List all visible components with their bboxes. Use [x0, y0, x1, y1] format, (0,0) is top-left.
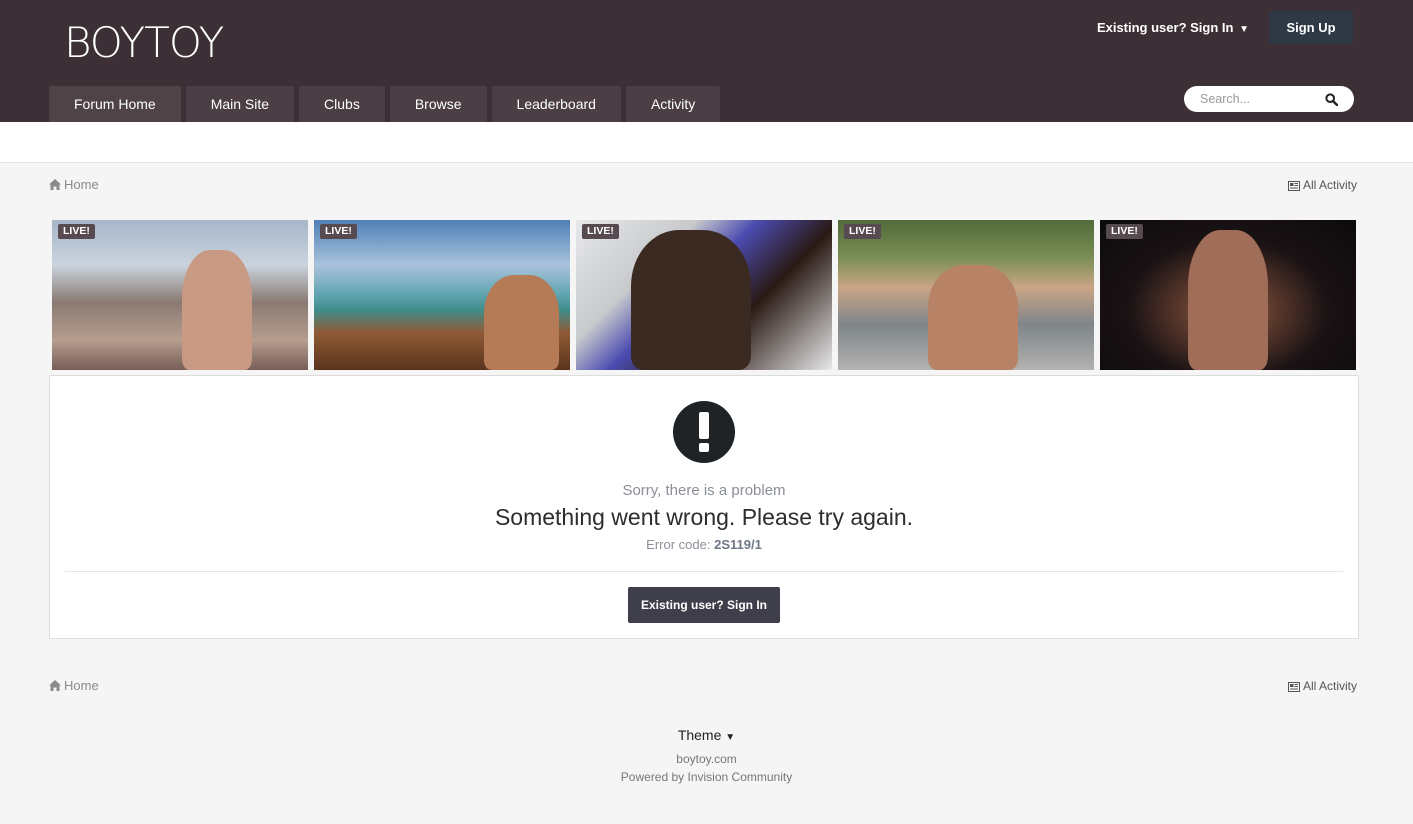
nav-item-browse[interactable]: Browse: [389, 86, 487, 122]
divider: [65, 571, 1343, 572]
live-badge: LIVE!: [582, 224, 619, 239]
nav-item-clubs[interactable]: Clubs: [299, 86, 385, 122]
theme-label: Theme: [677, 727, 722, 743]
site-header: BOYTOY Existing user? Sign In ▼ Sign Up …: [0, 0, 1413, 122]
all-activity-link[interactable]: All Activity: [1288, 177, 1357, 193]
logo-text: BOYTOY: [64, 18, 224, 67]
caret-down-icon: ▼: [1239, 24, 1249, 35]
signin-button[interactable]: Existing user? Sign In: [628, 587, 780, 623]
theme-selector[interactable]: Theme ▼: [0, 727, 1413, 743]
error-panel: Sorry, there is a problem Something went…: [49, 375, 1359, 639]
live-badge: LIVE!: [1106, 224, 1143, 239]
breadcrumb-home-label: Home: [64, 177, 99, 192]
live-thumbnail-5[interactable]: LIVE!: [1100, 220, 1356, 370]
search-box: [1184, 86, 1354, 112]
live-badge: LIVE!: [844, 224, 881, 239]
user-links: Existing user? Sign In ▼: [1097, 20, 1249, 36]
all-activity-link-bottom[interactable]: All Activity: [1288, 678, 1357, 694]
live-badge: LIVE!: [320, 224, 357, 239]
live-thumbnail-4[interactable]: LIVE!: [838, 220, 1094, 370]
exclamation-circle-icon: [673, 401, 735, 463]
footer-site: boytoy.com: [676, 752, 737, 766]
live-thumbnail-3[interactable]: LIVE!: [576, 220, 832, 370]
error-message: Something went wrong. Please try again.: [494, 504, 914, 530]
all-activity-label: All Activity: [1303, 679, 1358, 693]
live-badge: LIVE!: [58, 224, 95, 239]
search-icon[interactable]: [1325, 93, 1338, 106]
breadcrumb-bottom[interactable]: Home: [49, 678, 99, 694]
breadcrumb[interactable]: Home: [49, 177, 99, 193]
newspaper-icon: [1288, 682, 1300, 692]
main-nav: Forum Home Main Site Clubs Browse Leader…: [49, 86, 721, 122]
all-activity-label: All Activity: [1303, 178, 1358, 192]
caret-down-icon: ▼: [725, 732, 736, 743]
home-icon: [49, 680, 61, 691]
nav-item-forum-home[interactable]: Forum Home: [49, 86, 181, 122]
error-code: Error code: 2S119/1: [50, 537, 1358, 552]
home-icon: [49, 179, 61, 190]
site-logo[interactable]: BOYTOY: [64, 18, 246, 68]
error-code-prefix: Error code:: [646, 537, 715, 552]
nav-item-activity[interactable]: Activity: [625, 86, 721, 122]
nav-item-leaderboard[interactable]: Leaderboard: [491, 86, 621, 122]
live-thumbnail-2[interactable]: LIVE!: [314, 220, 570, 370]
live-thumbnail-1[interactable]: LIVE!: [52, 220, 308, 370]
nav-item-main-site[interactable]: Main Site: [185, 86, 295, 122]
subheader-bar: [0, 122, 1413, 163]
newspaper-icon: [1288, 181, 1300, 191]
search-input[interactable]: [1200, 91, 1320, 107]
error-subtitle: Sorry, there is a problem: [622, 482, 786, 499]
live-thumbnails: LIVE! LIVE! LIVE! LIVE! LIVE!: [52, 220, 1356, 370]
signup-button[interactable]: Sign Up: [1269, 11, 1353, 44]
footer-powered-by[interactable]: Powered by Invision Community: [0, 770, 1413, 784]
breadcrumb-home-label: Home: [64, 678, 99, 693]
signin-link[interactable]: Existing user? Sign In ▼: [1097, 20, 1249, 35]
signin-link-label: Existing user? Sign In: [1096, 20, 1234, 35]
error-code-value: 2S119/1: [714, 537, 762, 552]
